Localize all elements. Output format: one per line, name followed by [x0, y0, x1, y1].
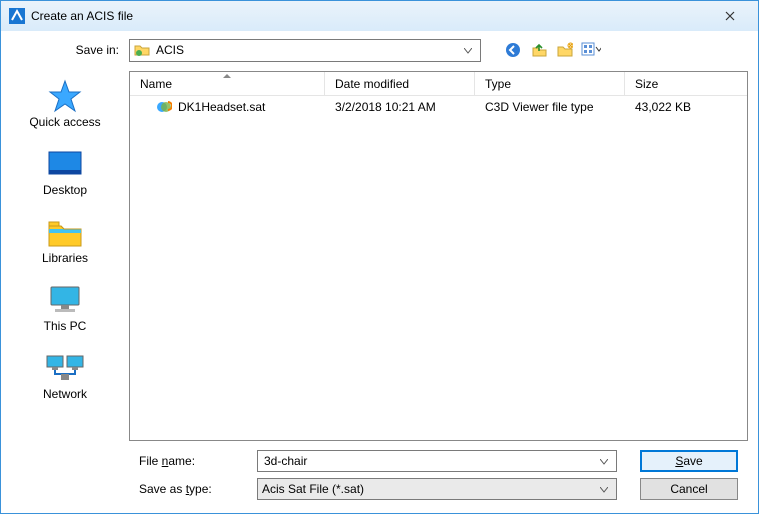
bottom-panel: File name: Save Save as type: Acis Sat F…	[129, 441, 748, 513]
places-bar: Quick access Desktop Libraries This PC N…	[1, 65, 129, 513]
save-type-label: Save as type:	[129, 482, 257, 496]
close-button[interactable]	[710, 2, 750, 30]
save-type-value: Acis Sat File (*.sat)	[262, 482, 596, 496]
col-type[interactable]: Type	[475, 72, 625, 95]
place-label: Libraries	[1, 251, 129, 265]
cell-size: 43,022 KB	[625, 100, 747, 114]
save-button[interactable]: Save	[640, 450, 738, 472]
save-type-combo[interactable]: Acis Sat File (*.sat)	[257, 478, 617, 500]
file-name-label: File name:	[129, 454, 257, 468]
place-label: Desktop	[1, 183, 129, 197]
libraries-icon	[1, 213, 129, 251]
quick-access-icon	[1, 77, 129, 115]
desktop-icon	[1, 145, 129, 183]
file-icon	[156, 99, 172, 115]
chevron-down-icon	[460, 43, 476, 57]
col-date[interactable]: Date modified	[325, 72, 475, 95]
save-in-value: ACIS	[156, 43, 460, 57]
col-size[interactable]: Size	[625, 72, 747, 95]
back-button[interactable]	[503, 40, 523, 60]
table-row[interactable]: DK1Headset.sat 3/2/2018 10:21 AM C3D Vie…	[130, 96, 747, 118]
cell-date: 3/2/2018 10:21 AM	[325, 100, 475, 114]
place-quick-access[interactable]: Quick access	[1, 71, 129, 139]
cell-type: C3D Viewer file type	[475, 100, 625, 114]
file-rows: DK1Headset.sat 3/2/2018 10:21 AM C3D Vie…	[130, 96, 747, 440]
network-icon	[1, 349, 129, 387]
save-in-row: Save in: ACIS	[1, 31, 758, 65]
column-headers: Name Date modified Type Size	[130, 72, 747, 96]
dialog-body: Quick access Desktop Libraries This PC N…	[1, 65, 758, 513]
file-name-input[interactable]	[262, 453, 596, 469]
place-this-pc[interactable]: This PC	[1, 275, 129, 343]
new-folder-button[interactable]	[555, 40, 575, 60]
save-type-row: Save as type: Acis Sat File (*.sat) Canc…	[129, 475, 738, 503]
close-icon	[725, 11, 735, 21]
view-menu-button[interactable]	[581, 40, 601, 60]
save-in-combo[interactable]: ACIS	[129, 39, 481, 62]
titlebar: Create an ACIS file	[1, 1, 758, 31]
folder-icon	[134, 42, 150, 58]
main-panel: Name Date modified Type Size DK1Headset.…	[129, 65, 758, 513]
nav-toolbar	[503, 40, 601, 60]
dialog-window: Create an ACIS file Save in: ACIS Qu	[0, 0, 759, 514]
place-network[interactable]: Network	[1, 343, 129, 411]
chevron-down-icon	[596, 482, 612, 496]
place-label: Network	[1, 387, 129, 401]
place-libraries[interactable]: Libraries	[1, 207, 129, 275]
up-button[interactable]	[529, 40, 549, 60]
file-listview[interactable]: Name Date modified Type Size DK1Headset.…	[129, 71, 748, 441]
file-name-combo[interactable]	[257, 450, 617, 472]
place-desktop[interactable]: Desktop	[1, 139, 129, 207]
file-name: DK1Headset.sat	[178, 100, 265, 114]
file-name-row: File name: Save	[129, 447, 738, 475]
chevron-down-icon	[596, 454, 612, 468]
cell-name: DK1Headset.sat	[130, 99, 325, 115]
cancel-button[interactable]: Cancel	[640, 478, 738, 500]
col-name[interactable]: Name	[130, 72, 325, 95]
this-pc-icon	[1, 281, 129, 319]
app-icon	[9, 8, 25, 24]
save-in-label: Save in:	[1, 43, 129, 57]
place-label: Quick access	[1, 115, 129, 129]
place-label: This PC	[1, 319, 129, 333]
window-title: Create an ACIS file	[31, 9, 710, 23]
